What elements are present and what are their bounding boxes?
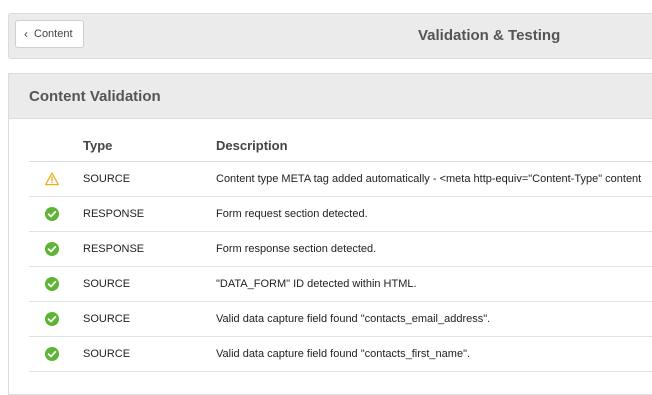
row-type: SOURCE: [83, 173, 131, 185]
row-description: Form request section detected.: [216, 208, 368, 220]
column-header-type: Type: [83, 138, 113, 153]
check-circle-icon: [45, 242, 59, 256]
row-type: RESPONSE: [83, 208, 145, 220]
column-header-description: Description: [216, 138, 288, 153]
row-description: Valid data capture field found "contacts…: [216, 348, 471, 360]
row-type: SOURCE: [83, 348, 131, 360]
top-bar: ‹ Content Validation & Testing: [8, 13, 652, 59]
table-header: Type Description: [29, 118, 652, 162]
content-validation-panel: Content Validation Type Description SOUR…: [8, 73, 652, 395]
check-circle-icon: [45, 207, 59, 221]
back-button[interactable]: ‹ Content: [15, 20, 84, 48]
validation-table: Type Description SOURCE Content type META…: [29, 118, 652, 372]
row-description: Valid data capture field found "contacts…: [216, 313, 491, 325]
table-row: RESPONSE Form request section detected.: [29, 197, 652, 232]
back-button-label: Content: [34, 28, 73, 40]
table-row: SOURCE Valid data capture field found "co…: [29, 302, 652, 337]
check-circle-icon: [45, 312, 59, 326]
check-circle-icon: [45, 277, 59, 291]
row-type: RESPONSE: [83, 243, 145, 255]
warning-triangle-icon: [45, 172, 59, 186]
check-circle-icon: [45, 347, 59, 361]
panel-title: Content Validation: [9, 74, 652, 119]
table-row: SOURCE Content type META tag added automa…: [29, 162, 652, 197]
page-title: Validation & Testing: [418, 27, 561, 44]
row-description: Form response section detected.: [216, 243, 377, 255]
row-description: Content type META tag added automaticall…: [216, 173, 642, 185]
chevron-left-icon: ‹: [24, 27, 28, 41]
row-type: SOURCE: [83, 313, 131, 325]
table-row: SOURCE "DATA_FORM" ID detected within HTM…: [29, 267, 652, 302]
row-type: SOURCE: [83, 278, 131, 290]
table-row: RESPONSE Form response section detected.: [29, 232, 652, 267]
table-row: SOURCE Valid data capture field found "co…: [29, 337, 652, 372]
row-description: "DATA_FORM" ID detected within HTML.: [216, 278, 417, 290]
